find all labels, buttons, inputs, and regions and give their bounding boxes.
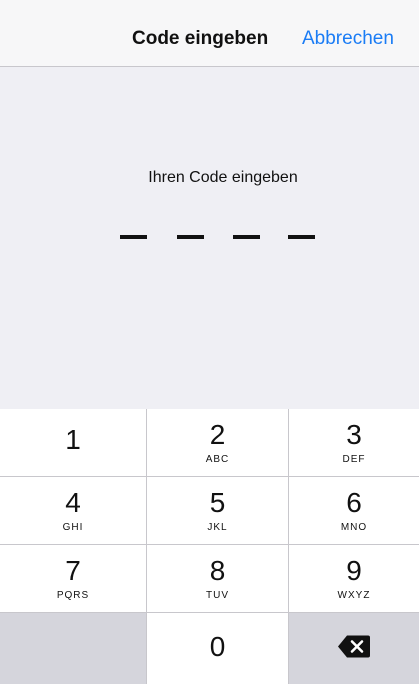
key-9[interactable]: 9 WXYZ bbox=[289, 545, 419, 612]
key-2-digit: 2 bbox=[209, 419, 226, 450]
key-4-letters: GHI bbox=[62, 522, 84, 533]
key-3-digit: 3 bbox=[346, 419, 362, 450]
key-2[interactable]: 2 ABC bbox=[147, 409, 288, 476]
key-9-digit: 9 bbox=[346, 555, 362, 586]
passcode-slot-3 bbox=[233, 235, 260, 239]
key-5[interactable]: 5 JKL bbox=[147, 477, 288, 544]
key-8-digit: 8 bbox=[209, 555, 226, 586]
key-5-letters: JKL bbox=[207, 522, 228, 533]
key-4-digit: 4 bbox=[65, 487, 81, 518]
key-6-digit: 6 bbox=[346, 487, 362, 518]
passcode-prompt: Ihren Code eingeben bbox=[148, 169, 298, 186]
delete-key[interactable] bbox=[289, 613, 419, 684]
cancel-button[interactable]: Abbrechen bbox=[302, 28, 394, 50]
blank-key bbox=[0, 613, 146, 684]
key-1[interactable]: 1 bbox=[0, 409, 146, 476]
passcode-slot-4 bbox=[288, 235, 315, 239]
key-5-digit: 5 bbox=[209, 487, 226, 518]
key-7[interactable]: 7 PQRS bbox=[0, 545, 146, 612]
key-6-letters: MNO bbox=[340, 522, 368, 533]
key-8-letters: TUV bbox=[206, 590, 229, 601]
key-9-letters: WXYZ bbox=[337, 590, 371, 601]
numeric-keypad: 1 2 ABC 3 DEF 4 GHI 5 JKL 6 MNO 7 PQRS 8… bbox=[0, 409, 419, 684]
key-7-letters: PQRS bbox=[56, 590, 90, 601]
passcode-entry-area: Ihren Code eingeben bbox=[0, 67, 419, 409]
key-7-digit: 7 bbox=[65, 555, 81, 586]
key-2-letters: ABC bbox=[205, 454, 230, 465]
key-0[interactable]: 0 bbox=[147, 613, 288, 684]
key-6[interactable]: 6 MNO bbox=[289, 477, 419, 544]
key-1-digit: 1 bbox=[65, 424, 81, 455]
key-0-digit: 0 bbox=[209, 631, 226, 662]
navigation-bar: Code eingeben Abbrechen bbox=[0, 0, 419, 67]
passcode-slot-1 bbox=[120, 235, 147, 239]
backspace-icon bbox=[337, 634, 371, 663]
key-3-letters: DEF bbox=[342, 454, 366, 465]
key-8[interactable]: 8 TUV bbox=[147, 545, 288, 612]
passcode-slot-2 bbox=[177, 235, 204, 239]
page-title: Code eingeben bbox=[132, 28, 269, 49]
key-4[interactable]: 4 GHI bbox=[0, 477, 146, 544]
key-3[interactable]: 3 DEF bbox=[289, 409, 419, 476]
